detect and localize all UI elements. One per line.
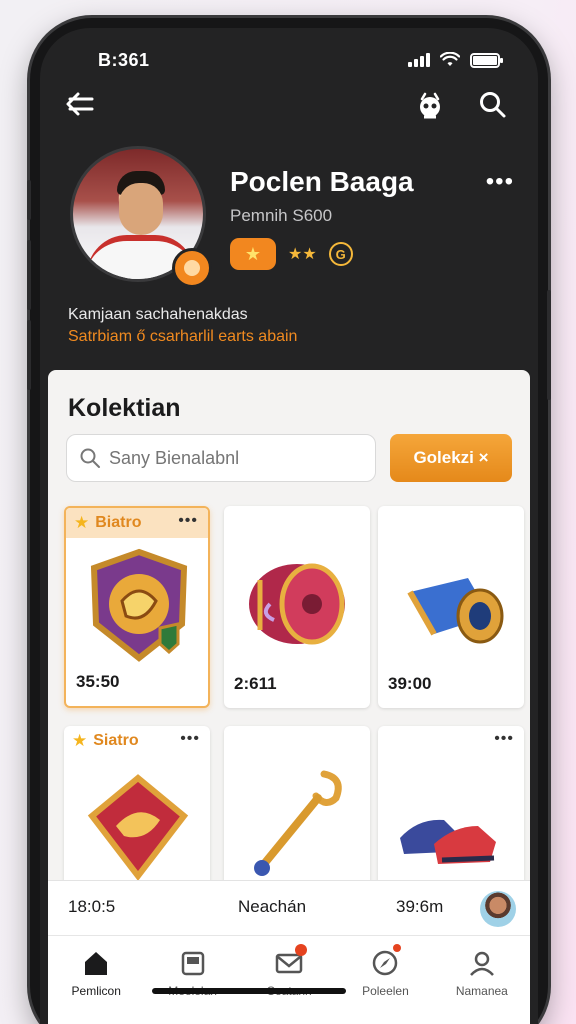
back-button[interactable] <box>64 90 96 123</box>
strip-center-label: Neachán <box>238 897 307 916</box>
collection-title: Kolektian <box>68 394 181 422</box>
card-more-button[interactable]: ••• <box>494 730 514 748</box>
cellular-signal-icon <box>408 53 430 67</box>
avatar-edit-badge[interactable] <box>172 248 212 288</box>
power-button <box>547 290 551 400</box>
barrel-icon <box>407 578 504 644</box>
coin-icon: G <box>328 242 353 266</box>
volume-down-button <box>27 320 31 390</box>
activity-strip[interactable]: 18:0:5 Neachán 39:6m <box>48 880 530 936</box>
strip-right-value: 39:6m <box>396 897 444 916</box>
star-icon: ★ <box>74 513 90 532</box>
search-input[interactable] <box>109 447 359 469</box>
star-icon: ★ <box>72 731 88 750</box>
badge-dot-icon <box>184 260 200 276</box>
collection-card[interactable]: 39:00 <box>378 506 524 708</box>
bio-line-1: Kamjaan sachahenakdas <box>68 306 248 323</box>
mute-switch <box>27 180 31 220</box>
shield-icon <box>90 548 188 662</box>
status-icons <box>408 52 503 68</box>
collection-card[interactable]: ★ Biatro ••• 35:50 <box>64 506 210 708</box>
profile-name: Poclen Baaga <box>230 166 414 197</box>
profile-subtitle: Pemnih S600 <box>230 206 333 225</box>
wifi-icon <box>440 52 460 66</box>
status-time: B:361 <box>98 50 150 70</box>
tab-mail[interactable]: Ceatann <box>241 936 337 1024</box>
star-icon: ★ <box>244 243 262 264</box>
rank-badges: ★ ★★ G <box>230 238 353 270</box>
battery-icon <box>470 52 503 68</box>
strip-left-value: 18:0:5 <box>68 897 116 916</box>
app-screen: B:361 Poclen Baaga Pemnih S600 ★ ★★ G ••… <box>40 28 538 1024</box>
tab-profile[interactable]: Namanea <box>434 936 530 1024</box>
drum-icon <box>249 563 345 645</box>
compass-icon <box>373 950 398 976</box>
card-label: Siatro <box>93 732 139 749</box>
card-price: 35:50 <box>76 672 120 691</box>
tablet-icon <box>87 774 189 881</box>
tab-explore[interactable]: Poleelen <box>337 936 433 1024</box>
search-icon <box>80 448 100 468</box>
collection-card[interactable]: 2:611 <box>224 506 370 708</box>
card-price: 39:00 <box>388 674 432 693</box>
avatar[interactable] <box>480 891 516 927</box>
tab-label: Pemlicon <box>71 984 121 998</box>
star-rating: ★★ <box>288 246 317 263</box>
notification-dot <box>294 944 307 956</box>
shoes-icon <box>400 819 496 864</box>
store-icon <box>181 951 204 976</box>
tab-label: Namanea <box>455 984 508 998</box>
home-icon <box>85 952 108 975</box>
tab-label: Poleelen <box>362 984 409 998</box>
card-label: Biatro <box>95 514 142 531</box>
card-more-button[interactable]: ••• <box>180 730 200 748</box>
tab-home[interactable]: Pemlicon <box>48 936 144 1024</box>
tab-store[interactable]: Meelelan <box>144 936 240 1024</box>
staff-icon <box>254 770 342 876</box>
volume-up-button <box>27 240 31 310</box>
search-button[interactable] <box>478 90 508 125</box>
bell-badge-icon <box>420 92 440 119</box>
search-box[interactable] <box>66 434 376 482</box>
back-arrow-icon <box>66 92 94 116</box>
filter-button[interactable]: Golekzi × <box>390 434 512 482</box>
search-icon <box>480 92 506 118</box>
user-icon <box>469 951 494 976</box>
rank-star-button[interactable]: ★ <box>230 238 276 270</box>
card-price: 2:611 <box>234 674 277 693</box>
notification-button[interactable] <box>414 90 446 127</box>
home-indicator[interactable] <box>152 988 346 994</box>
more-options-button[interactable]: ••• <box>486 168 514 196</box>
bottom-tab-bar: Pemlicon Meelelan Ceatann Poleelen <box>48 936 530 1024</box>
bio-line-2: Satrbiam ő csarharlil earts abain <box>68 328 298 345</box>
card-more-button[interactable]: ••• <box>178 512 198 530</box>
